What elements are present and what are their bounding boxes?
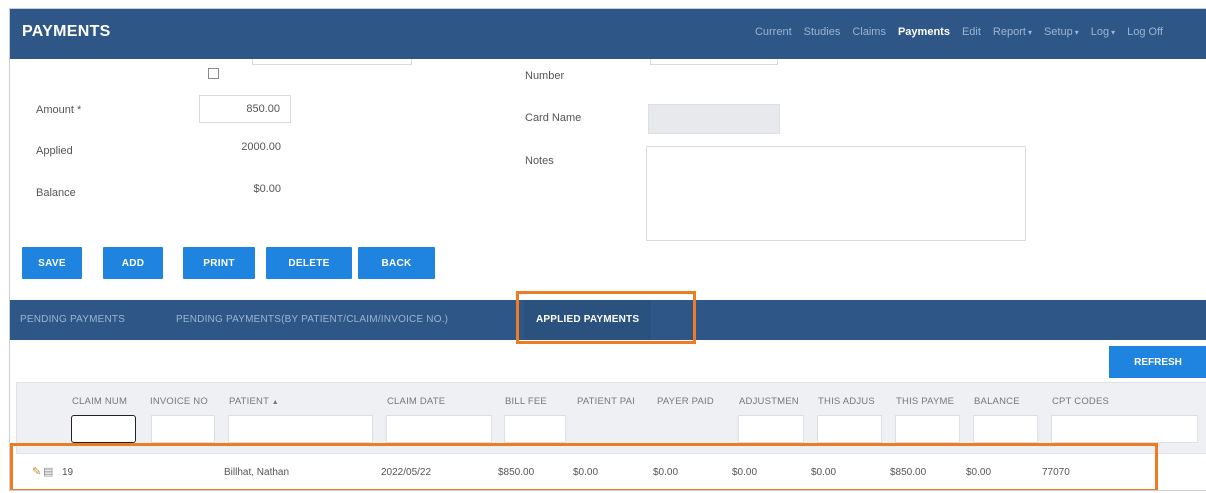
- cell-bill-fee: $850.00: [498, 467, 535, 478]
- amount-input[interactable]: 850.00: [199, 95, 291, 123]
- col-payer-paid[interactable]: PAYER PAID: [657, 396, 714, 407]
- back-button[interactable]: BACK: [358, 247, 435, 279]
- cell-cpt-codes: 77070: [1042, 467, 1070, 478]
- nav-edit[interactable]: Edit: [962, 26, 981, 38]
- tab-pending-payments-filtered[interactable]: PENDING PAYMENTS(BY PATIENT/CLAIM/INVOIC…: [176, 314, 448, 325]
- cell-claim-date: 2022/05/22: [381, 467, 432, 478]
- col-claim-date[interactable]: CLAIM DATE: [387, 396, 445, 407]
- document-icon[interactable]: ▤: [43, 465, 53, 478]
- col-patient[interactable]: PATIENT ▲: [229, 396, 279, 407]
- col-adjustment[interactable]: ADJUSTMEN: [739, 396, 799, 407]
- filter-bill-fee[interactable]: [504, 415, 566, 443]
- notes-textarea[interactable]: [646, 146, 1026, 241]
- filter-this-payment[interactable]: [895, 415, 960, 443]
- edit-pencil-icon[interactable]: ✎: [32, 465, 41, 478]
- save-button[interactable]: SAVE: [22, 247, 82, 279]
- tab-applied-payments[interactable]: APPLIED PAYMENTS: [524, 300, 652, 340]
- cell-patient[interactable]: Billhat, Nathan: [224, 467, 289, 478]
- sort-asc-icon: ▲: [271, 399, 279, 406]
- nav-claims[interactable]: Claims: [852, 26, 886, 38]
- cell-payer-paid: $0.00: [653, 467, 679, 478]
- filter-claim-num[interactable]: [71, 415, 136, 443]
- filter-adjustment[interactable]: [738, 415, 804, 443]
- col-invoice-no[interactable]: INVOICE NO: [150, 396, 208, 407]
- partial-field-right[interactable]: [650, 59, 778, 65]
- partial-field-left[interactable]: [252, 59, 412, 65]
- number-label: Number: [525, 70, 565, 82]
- nav-setup-label: Setup: [1043, 26, 1073, 38]
- col-balance[interactable]: BALANCE: [974, 396, 1020, 407]
- col-cpt-codes[interactable]: CPT CODES: [1052, 396, 1109, 407]
- nav-current[interactable]: Current: [755, 26, 792, 38]
- col-patient-label: PATIENT: [229, 396, 269, 407]
- filter-claim-date[interactable]: [386, 415, 492, 443]
- cell-balance: $0.00: [966, 467, 992, 478]
- checkbox[interactable]: [208, 68, 219, 79]
- col-this-payment[interactable]: THIS PAYME: [896, 396, 954, 407]
- nav-setup[interactable]: Setup ▾: [1044, 26, 1079, 38]
- cell-claim-num: 19: [62, 467, 74, 478]
- cell-adjustment: $0.00: [732, 467, 758, 478]
- applied-payments-grid-header: CLAIM NUM INVOICE NO PATIENT ▲ CLAIM DAT…: [16, 382, 1206, 454]
- nav-payments[interactable]: Payments: [898, 26, 950, 38]
- nav-log[interactable]: Log ▾: [1091, 26, 1115, 38]
- cell-patient-paid: $0.00: [573, 467, 599, 478]
- cell-this-adjust: $0.00: [811, 467, 837, 478]
- filter-this-adjust[interactable]: [817, 415, 882, 443]
- print-button[interactable]: PRINT: [183, 247, 255, 279]
- applied-label: Applied: [36, 145, 73, 157]
- balance-value: $0.00: [253, 183, 281, 195]
- col-bill-fee[interactable]: BILL FEE: [505, 396, 547, 407]
- chevron-down-icon: ▾: [1111, 28, 1116, 37]
- col-claim-num[interactable]: CLAIM NUM: [72, 396, 127, 407]
- amount-label: Amount *: [36, 104, 82, 116]
- add-button[interactable]: ADD: [103, 247, 163, 279]
- nav-studies[interactable]: Studies: [804, 26, 841, 38]
- notes-label: Notes: [525, 155, 554, 167]
- applied-value: 2000.00: [241, 141, 281, 153]
- payments-tab-bar: PENDING PAYMENTS PENDING PAYMENTS(BY PAT…: [10, 300, 1206, 340]
- delete-button[interactable]: DELETE: [266, 247, 352, 279]
- card-name-field: [648, 104, 780, 134]
- col-this-adjust[interactable]: THIS ADJUS: [818, 396, 875, 407]
- refresh-button[interactable]: REFRESH: [1109, 346, 1206, 378]
- main-nav: Current Studies Claims Payments Edit Rep…: [743, 26, 1163, 38]
- nav-log-label: Log: [1090, 26, 1110, 38]
- filter-cpt-codes[interactable]: [1051, 415, 1198, 443]
- table-row[interactable]: ✎ ▤ 19 Billhat, Nathan 2022/05/22 $850.0…: [16, 454, 1206, 490]
- filter-patient[interactable]: [228, 415, 373, 443]
- filter-balance[interactable]: [973, 415, 1038, 443]
- balance-label: Balance: [36, 187, 76, 199]
- chevron-down-icon: ▾: [1027, 28, 1032, 37]
- chevron-down-icon: ▾: [1074, 28, 1079, 37]
- nav-report-label: Report: [992, 26, 1026, 38]
- app-title: PAYMENTS: [22, 23, 111, 40]
- nav-report[interactable]: Report ▾: [993, 26, 1032, 38]
- tab-pending-payments[interactable]: PENDING PAYMENTS: [20, 314, 125, 325]
- top-navbar: PAYMENTS Current Studies Claims Payments…: [10, 9, 1206, 59]
- cell-this-payment: $850.00: [890, 467, 927, 478]
- col-patient-paid[interactable]: PATIENT PAI: [577, 396, 635, 407]
- nav-log-off[interactable]: Log Off: [1127, 26, 1163, 38]
- filter-invoice-no[interactable]: [151, 415, 215, 443]
- payments-window: PAYMENTS Current Studies Claims Payments…: [9, 8, 1206, 491]
- card-name-label: Card Name: [525, 112, 582, 124]
